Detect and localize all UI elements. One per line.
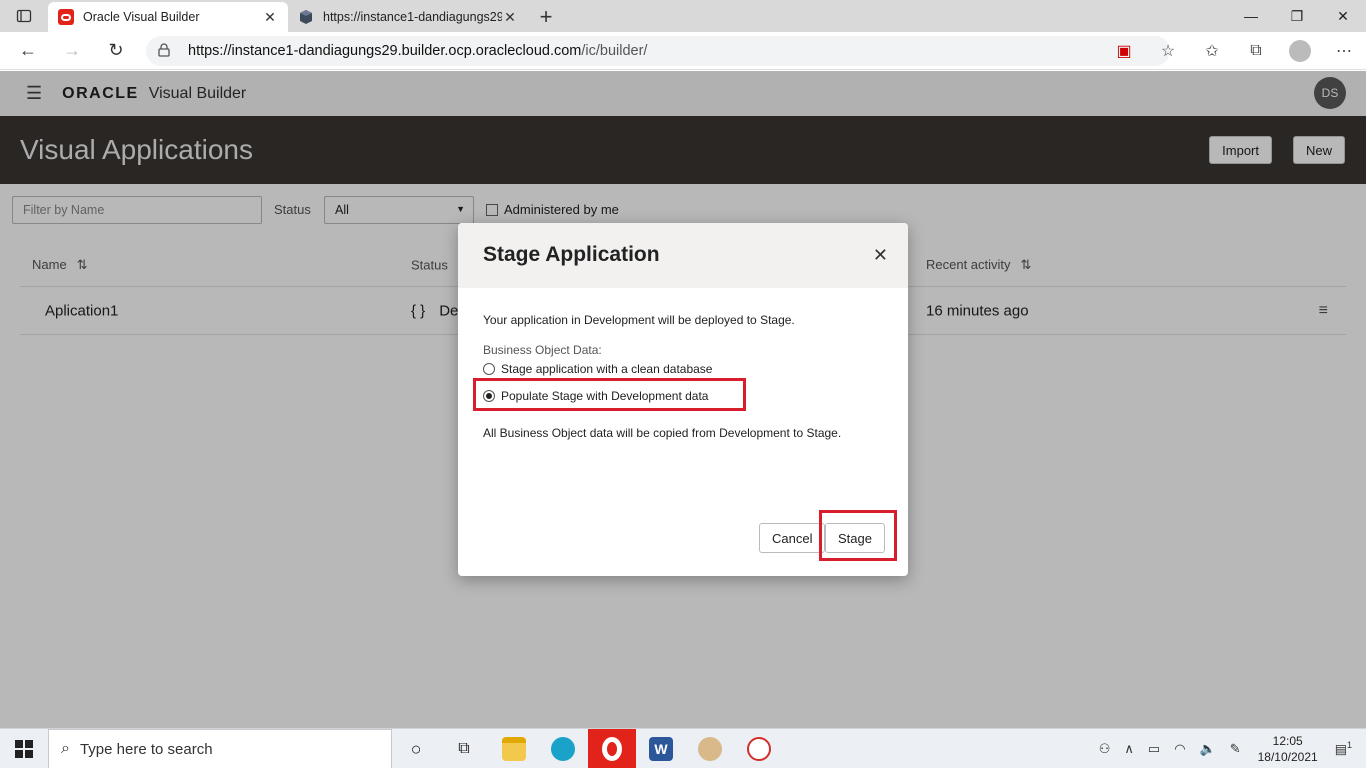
- close-icon[interactable]: ✕: [873, 245, 888, 266]
- favorites-icon[interactable]: ✩: [1190, 41, 1234, 61]
- close-tab-icon[interactable]: ✕: [262, 9, 278, 26]
- opera-icon[interactable]: [588, 729, 636, 768]
- tab-instance[interactable]: https://instance1-dandiagungs29 ✕: [288, 2, 528, 32]
- file-explorer-icon[interactable]: [490, 729, 538, 768]
- task-view-icon[interactable]: ⧉: [440, 729, 488, 768]
- cancel-button[interactable]: Cancel: [759, 523, 826, 553]
- radio-button-icon[interactable]: [483, 363, 495, 375]
- business-object-data-label: Business Object Data:: [483, 343, 602, 357]
- notification-count: 1: [1346, 740, 1352, 751]
- lock-icon[interactable]: [158, 42, 176, 60]
- dialog-header: Stage Application ✕: [458, 223, 908, 288]
- address-bar-row: ← → ↻ https://instance1-dandiagungs29.bu…: [0, 32, 1366, 70]
- tab-actions-icon[interactable]: [0, 0, 48, 32]
- new-tab-button[interactable]: +: [528, 2, 564, 32]
- url-host: https://instance1-dandiagungs29.builder.…: [188, 43, 582, 59]
- snipping-tool-icon[interactable]: [735, 729, 783, 768]
- clock-time: 12:05: [1272, 734, 1303, 748]
- oracle-favicon-icon: [58, 9, 74, 25]
- tab-oracle-visual-builder[interactable]: Oracle Visual Builder ✕: [48, 2, 288, 32]
- windows-start-icon[interactable]: [0, 729, 48, 768]
- windows-taskbar: ⌕ Type here to search ○ ⧉ W ⚇ ∧ ▭ ◠ 🔈 ✎ …: [0, 728, 1366, 768]
- restore-icon[interactable]: ❐: [1274, 0, 1320, 32]
- radio-label: Stage application with a clean database: [501, 362, 713, 376]
- url-path: /ic/builder/: [581, 43, 648, 59]
- forward-icon[interactable]: →: [50, 32, 94, 70]
- tab-title: https://instance1-dandiagungs29: [323, 10, 502, 24]
- close-tab-icon[interactable]: ✕: [502, 9, 518, 26]
- word-icon[interactable]: W: [637, 729, 685, 768]
- stage-application-dialog: Stage Application ✕ Your application in …: [458, 223, 908, 576]
- cortana-icon[interactable]: ○: [392, 729, 440, 768]
- highlight-box-stage: [819, 510, 897, 561]
- refresh-icon[interactable]: ↻: [94, 32, 138, 70]
- profile-icon[interactable]: [1278, 40, 1322, 62]
- clock[interactable]: 12:05 18/10/2021: [1258, 733, 1318, 765]
- battery-icon[interactable]: ▭: [1148, 741, 1160, 757]
- window-controls: — ❐ ✕: [1228, 0, 1366, 32]
- search-icon: ⌕: [61, 740, 70, 757]
- close-window-icon[interactable]: ✕: [1320, 0, 1366, 32]
- search-placeholder: Type here to search: [79, 740, 213, 758]
- edge-icon[interactable]: [539, 729, 587, 768]
- dialog-title: Stage Application: [483, 243, 660, 266]
- browser-tab-bar: Oracle Visual Builder ✕ https://instance…: [0, 0, 1366, 32]
- dialog-note-text: All Business Object data will be copied …: [483, 426, 842, 440]
- clock-date: 18/10/2021: [1257, 750, 1318, 764]
- more-menu-icon[interactable]: ⋯: [1322, 41, 1366, 61]
- notification-icon[interactable]: ▤1: [1335, 740, 1352, 757]
- radio-clean-database[interactable]: Stage application with a clean database: [483, 362, 712, 376]
- chevron-up-icon[interactable]: ∧: [1124, 741, 1134, 757]
- back-icon[interactable]: ←: [6, 32, 50, 70]
- clipboard-blocked-icon[interactable]: ▣: [1102, 41, 1146, 61]
- paint-icon[interactable]: [686, 729, 734, 768]
- cube-favicon-icon: [298, 9, 314, 25]
- collections-icon[interactable]: ⧉: [1234, 42, 1278, 60]
- volume-icon[interactable]: 🔈: [1200, 741, 1216, 757]
- wifi-icon[interactable]: ◠: [1174, 741, 1185, 757]
- tab-title: Oracle Visual Builder: [83, 10, 200, 24]
- people-icon[interactable]: ⚇: [1099, 741, 1111, 757]
- highlight-box-radio: [473, 378, 746, 411]
- browser-toolbar-icons: ▣ ☆ ✩ ⧉ ⋯: [1102, 32, 1366, 70]
- minimize-icon[interactable]: —: [1228, 0, 1274, 32]
- dialog-intro-text: Your application in Development will be …: [483, 313, 795, 327]
- url-field[interactable]: https://instance1-dandiagungs29.builder.…: [146, 36, 1170, 66]
- add-favorite-icon[interactable]: ☆: [1146, 41, 1190, 61]
- system-tray: ⚇ ∧ ▭ ◠ 🔈 ✎ 12:05 18/10/2021 ▤1: [1092, 729, 1366, 768]
- taskbar-search-input[interactable]: ⌕ Type here to search: [48, 729, 392, 768]
- pen-icon[interactable]: ✎: [1230, 741, 1241, 757]
